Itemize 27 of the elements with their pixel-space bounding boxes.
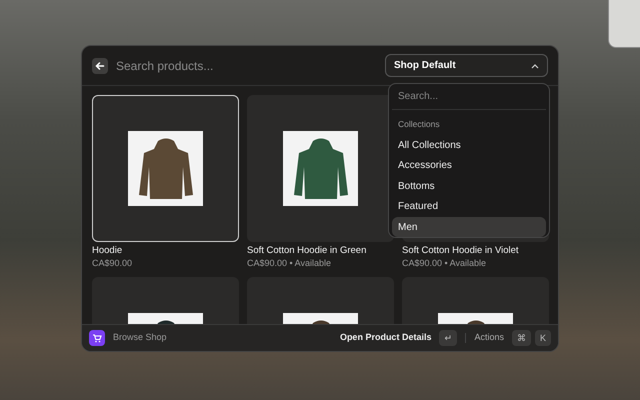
- search-field[interactable]: Search products...: [116, 56, 376, 74]
- product-price: CA$90.00 • Available: [247, 257, 332, 269]
- product-title: Hoodie: [92, 245, 124, 257]
- collection-option[interactable]: Featured: [392, 196, 546, 217]
- shop-select[interactable]: Shop Default: [385, 54, 548, 77]
- product-title: Soft Cotton Hoodie in Violet: [402, 245, 520, 257]
- product-price: CA$90.00: [92, 257, 134, 269]
- shortcut-key: K: [534, 330, 551, 346]
- back-arrow-icon: [95, 60, 105, 70]
- primary-action-label: Open Product Details: [340, 331, 432, 344]
- product-card[interactable]: [247, 95, 394, 242]
- collection-option[interactable]: Bottoms: [392, 176, 546, 196]
- shortcut-key: ⌘: [512, 330, 531, 346]
- collection-option[interactable]: All Collections: [392, 134, 546, 156]
- collection-option[interactable]: Accessories: [392, 155, 546, 176]
- product-card[interactable]: [92, 95, 239, 242]
- actions-label: Actions: [474, 331, 504, 344]
- product-title: Soft Cotton Hoodie in Green: [247, 245, 368, 257]
- chevron-icon: [531, 62, 539, 68]
- enter-key: ↵: [439, 330, 458, 346]
- collection-option[interactable]: Men: [392, 216, 546, 238]
- app-name: Browse Shop: [113, 331, 167, 344]
- back-button[interactable]: [92, 58, 108, 74]
- dropdown-search-field[interactable]: Search...: [392, 84, 546, 110]
- product-price: CA$90.00 • Available: [402, 257, 488, 269]
- section-heading: Collections: [397, 118, 441, 131]
- shop-app-icon: [89, 330, 105, 346]
